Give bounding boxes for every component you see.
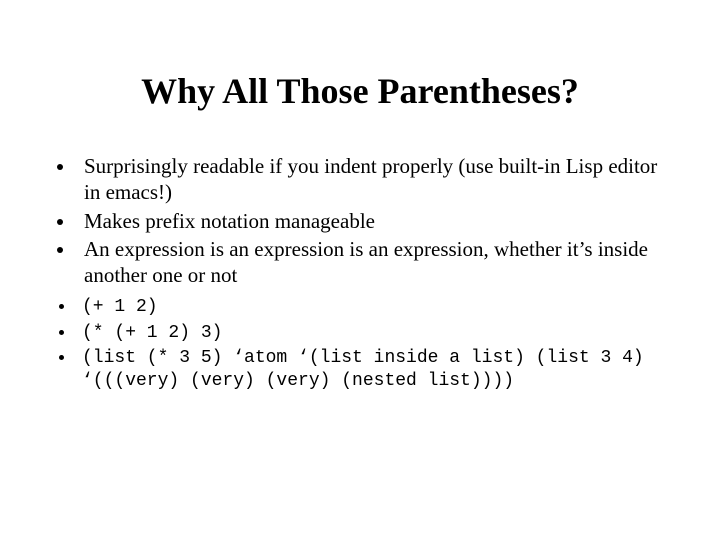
code-bullets: (+ 1 2) (* (+ 1 2) 3) (list (* 3 5) ‘ato… <box>60 294 660 392</box>
slide-title: Why All Those Parentheses? <box>60 70 660 113</box>
code-bullet: (+ 1 2) <box>76 294 660 319</box>
slide: Why All Those Parentheses? Surprisingly … <box>0 0 720 540</box>
body-bullet: An expression is an expression is an exp… <box>76 236 660 289</box>
code-bullet: (list (* 3 5) ‘atom ‘(list inside a list… <box>76 345 660 392</box>
body-bullet: Surprisingly readable if you indent prop… <box>76 153 660 206</box>
body-bullets: Surprisingly readable if you indent prop… <box>60 153 660 288</box>
body-bullet: Makes prefix notation manageable <box>76 208 660 234</box>
code-bullet: (* (+ 1 2) 3) <box>76 320 660 345</box>
